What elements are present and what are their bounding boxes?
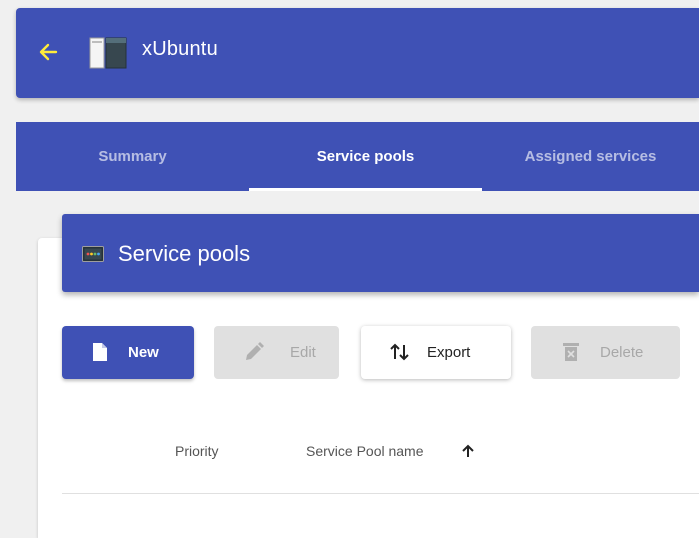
edit-button-label: Edit [290, 344, 316, 361]
tab-summary[interactable]: Summary [16, 122, 249, 191]
swap-vert-icon [390, 343, 409, 361]
service-pools-icon [82, 246, 104, 262]
export-button-label: Export [427, 344, 471, 361]
arrow-up-icon[interactable] [461, 444, 475, 458]
page-title: xUbuntu [142, 38, 218, 60]
app-header: xUbuntu [16, 8, 699, 98]
edit-button: Edit [214, 326, 339, 379]
file-icon [93, 343, 107, 361]
pencil-icon [246, 342, 264, 360]
card-title: Service pools [118, 241, 251, 266]
tab-label: Summary [98, 148, 167, 165]
table-divider [62, 493, 699, 494]
column-header-service-pool-name[interactable]: Service Pool name [306, 443, 424, 459]
new-button-label: New [128, 344, 159, 361]
tab-service-pools[interactable]: Service pools [249, 122, 482, 191]
delete-button-label: Delete [600, 344, 644, 361]
arrow-left-icon [39, 43, 58, 61]
pool-icon [89, 37, 127, 69]
new-button[interactable]: New [62, 326, 194, 379]
tab-assigned-services[interactable]: Assigned services [482, 122, 699, 191]
tab-bar: Summary Service pools Assigned services [16, 122, 699, 191]
card-header: Service pools [62, 214, 699, 292]
column-header-priority[interactable]: Priority [175, 443, 219, 459]
delete-button: Delete [531, 326, 680, 379]
trash-icon [563, 343, 579, 361]
export-button[interactable]: Export [361, 326, 511, 379]
tab-label: Service pools [316, 148, 415, 165]
tab-label: Assigned services [524, 148, 657, 165]
active-tab-indicator [249, 188, 482, 191]
back-button[interactable] [36, 40, 60, 64]
